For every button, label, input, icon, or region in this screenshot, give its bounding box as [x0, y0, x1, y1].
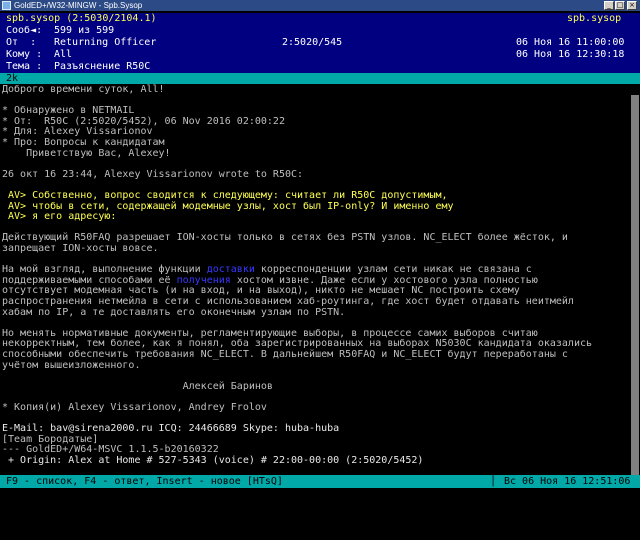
body-text: распространения нетмейла в сети с исполь… — [2, 296, 574, 307]
body-line: учётом вышеизложенного. — [0, 359, 640, 372]
body-text: хабам по IP, а те доставлять его оконечн… — [2, 306, 346, 318]
subject-line: Тема : Разъяснение R50C — [0, 61, 640, 73]
body-text: * Копия(и) Alexey Vissarionov, Andrey Fr… — [2, 402, 267, 413]
from-label: От : — [6, 37, 37, 48]
to-date: 06 Ноя 16 12:30:18 — [516, 49, 625, 60]
body-text: запрещает ION-хосты вовсе. — [2, 243, 159, 254]
body-line: + Origin: Alex at Home # 527-5343 (voice… — [0, 455, 640, 467]
body-line: * Про: Вопросы к кандидатам — [0, 137, 640, 149]
to-line: Кому : All 06 Ноя 16 12:30:18 — [0, 49, 640, 61]
to-name: All — [54, 49, 73, 60]
body-text: 26 окт 16 23:44, Alexey Vissarionov wrot… — [2, 168, 304, 180]
subject-value: Разъяснение R50C — [54, 61, 151, 72]
body-line: запрещает ION-хосты вовсе. — [0, 243, 640, 255]
highlighted-word: получения — [176, 274, 231, 286]
window-titlebar[interactable]: GoldED+/W32-MINGW - Spb.Sysop _ □ × — [0, 0, 640, 11]
scrollbar[interactable] — [630, 95, 639, 477]
body-text: способными обеспечить требования NC_ELEC… — [2, 349, 568, 360]
highlighted-word: доставки — [206, 264, 255, 276]
maximize-button[interactable]: □ — [615, 1, 625, 10]
status-separator: │ — [490, 476, 497, 487]
minimize-button[interactable]: _ — [604, 1, 614, 10]
status-keys: F9 - список, F4 - ответ, Insert - новое … — [6, 476, 283, 487]
area-line: spb.sysop (2:5030/2104.1) spb.sysop — [0, 13, 640, 25]
body-line: AV> я его адресую: — [0, 212, 640, 223]
from-address: 2:5020/545 — [282, 37, 343, 48]
msg-value: 599 из 599 — [54, 25, 115, 36]
area-name: spb.sysop (2:5030/2104.1) — [6, 13, 157, 24]
body-line: * Копия(и) Alexey Vissarionov, Andrey Fr… — [0, 402, 640, 414]
msg-size: 2k — [6, 73, 19, 84]
body-text: учётом вышеизложенного. — [2, 359, 141, 371]
subject-label: Тема : — [6, 61, 43, 72]
body-line: хабам по IP, а те доставлять его оконечн… — [0, 306, 640, 319]
body-text: Алексей Баринов — [2, 380, 273, 392]
from-line: От : Returning Officer 2:5020/545 06 Ноя… — [0, 37, 640, 49]
quote-text: AV> я его адресую: — [2, 211, 117, 223]
window-title: GoldED+/W32-MINGW - Spb.Sysop — [14, 1, 143, 10]
body-line: 26 окт 16 23:44, Alexey Vissarionov wrot… — [0, 168, 640, 181]
close-button[interactable]: × — [627, 1, 637, 10]
app-icon — [2, 1, 11, 10]
status-bar: F9 - список, F4 - ответ, Insert - новое … — [0, 475, 640, 488]
msg-label: Сооб◄: — [6, 25, 43, 36]
terminal-client: spb.sysop (2:5030/2104.1) spb.sysop Сооб… — [0, 11, 640, 488]
body-line: Приветствую Вас, Alexey! — [0, 147, 640, 160]
scrollbar-thumb[interactable] — [631, 95, 639, 477]
size-bar: 2k — [0, 73, 640, 84]
body-line: Алексей Баринов — [0, 380, 640, 393]
body-text: Доброго времени суток, All! — [2, 84, 165, 95]
msg-number-line: Сооб◄: 599 из 599 — [0, 25, 640, 37]
area-short-name: spb.sysop — [567, 13, 622, 24]
body-line: распространения нетмейла в сети с исполь… — [0, 296, 640, 308]
body-line: AV> Собственно, вопрос сводится к следую… — [0, 190, 640, 202]
from-name[interactable]: Returning Officer — [54, 37, 156, 49]
body-line: способными обеспечить требования NC_ELEC… — [0, 349, 640, 361]
from-date: 06 Ноя 16 11:00:00 — [516, 37, 625, 48]
quote-text: AV> Собственно, вопрос сводится к следую… — [2, 190, 448, 201]
body-text: * Про: Вопросы к кандидатам — [2, 137, 165, 148]
body-text: + Origin: Alex at Home # 527-5343 (voice… — [2, 455, 424, 466]
golded-window: GoldED+/W32-MINGW - Spb.Sysop _ □ × spb.… — [0, 0, 640, 488]
status-datetime: Вс 06 Ноя 16 12:51:06 — [504, 476, 631, 487]
body-line: Доброго времени суток, All! — [0, 84, 640, 96]
to-label: Кому : — [6, 49, 43, 60]
body-text: Приветствую Вас, Alexey! — [2, 147, 171, 159]
